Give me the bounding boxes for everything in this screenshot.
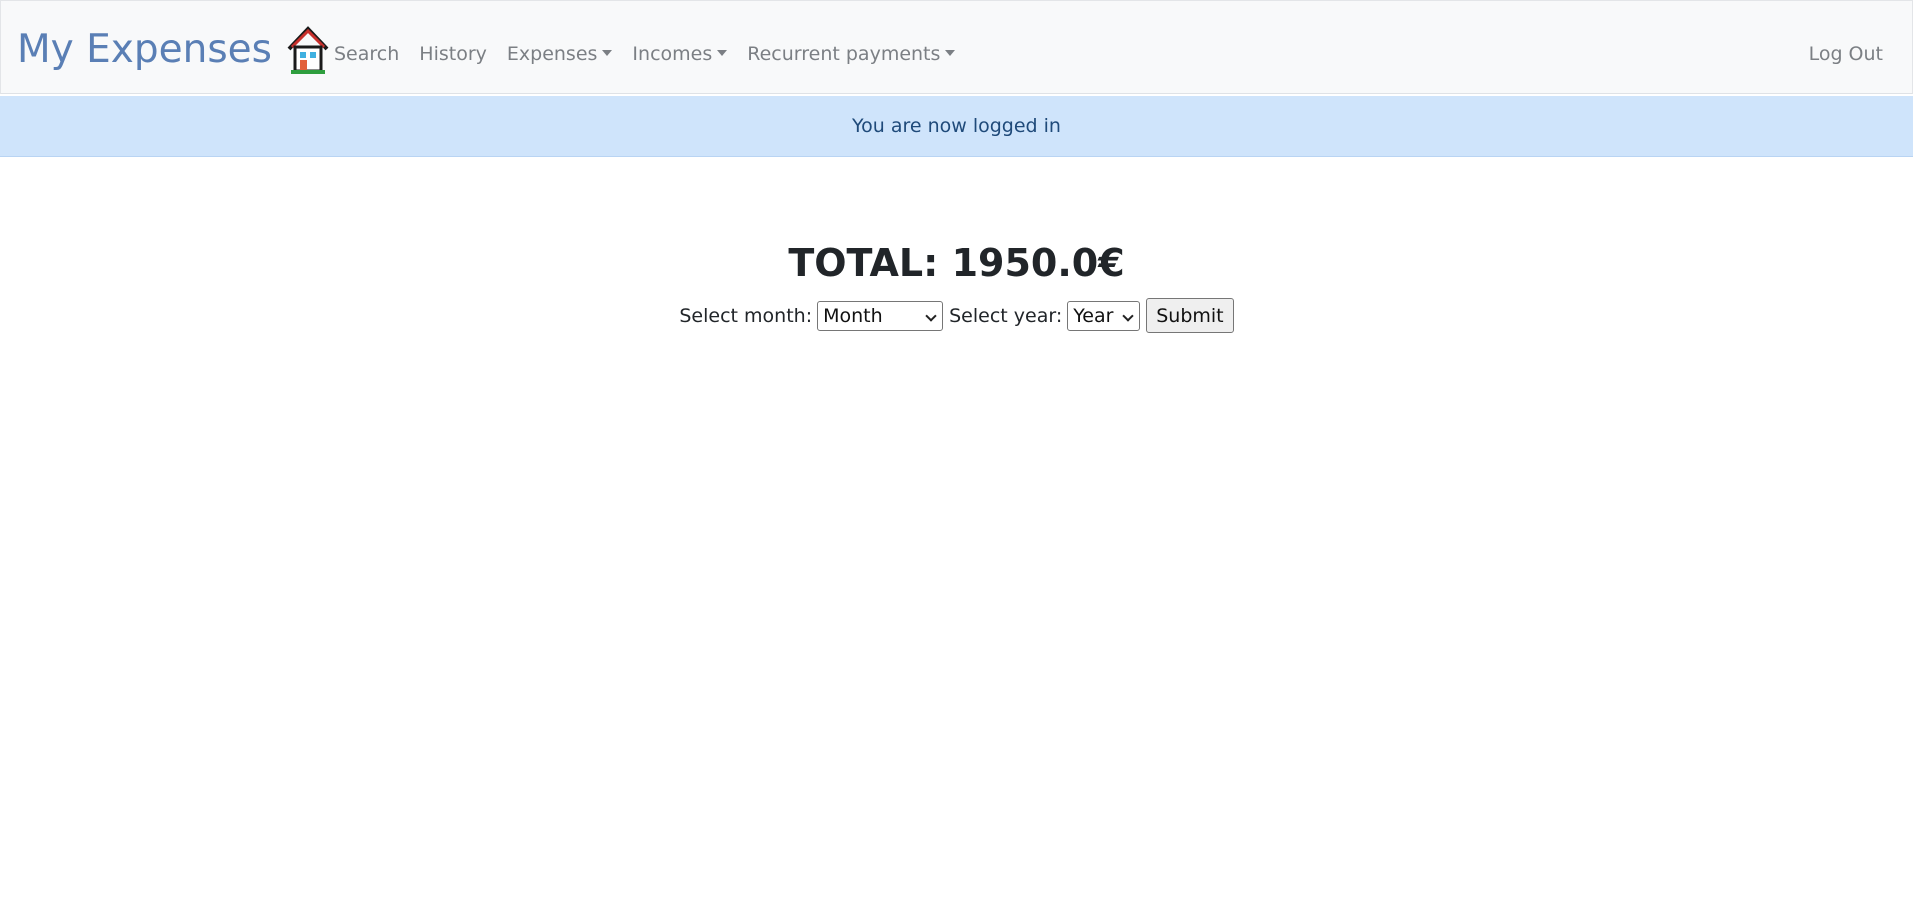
nav-recurrent-payments-dropdown[interactable]: Recurrent payments [747,39,956,69]
chevron-down-icon [1122,309,1134,322]
year-label: Select year: [949,304,1063,327]
brand-link[interactable]: My Expenses [17,23,330,77]
chevron-down-icon [925,309,937,322]
month-select[interactable]: Month [817,300,944,331]
page: My Expenses Search History Expenses Inco… [0,0,1915,899]
nav-history-label: History [419,43,487,65]
caret-down-icon [717,50,728,56]
nav-recurrent-payments-label: Recurrent payments [747,43,941,65]
year-select-value: Year [1073,304,1114,327]
nav-incomes-label: Incomes [632,43,713,65]
main-content: TOTAL: 1950.0€ Select month: Month Selec… [0,236,1913,333]
nav-incomes-dropdown[interactable]: Incomes [632,39,728,69]
submit-button[interactable]: Submit [1146,298,1234,333]
caret-down-icon [945,50,956,56]
nav-expenses-dropdown[interactable]: Expenses [507,39,613,69]
nav-search-label: Search [334,43,400,65]
month-label: Select month: [679,304,813,327]
total-amount: TOTAL: 1950.0€ [788,241,1125,285]
navbar: My Expenses Search History Expenses Inco… [0,0,1913,94]
brand-title: My Expenses [17,27,272,72]
house-icon [286,25,330,75]
caret-down-icon [602,50,613,56]
logout-link[interactable]: Log Out [1809,39,1883,69]
nav-history[interactable]: History [419,39,487,69]
filter-form: Select month: Month Select year: Year Su… [0,298,1913,333]
nav-expenses-label: Expenses [506,43,598,65]
year-select[interactable]: Year [1067,300,1141,331]
month-select-value: Month [823,304,883,327]
nav-links: Search History Expenses Incomes Recurren… [334,39,975,69]
login-alert: You are now logged in [0,96,1913,157]
alert-message: You are now logged in [852,115,1061,137]
nav-search[interactable]: Search [334,39,399,69]
